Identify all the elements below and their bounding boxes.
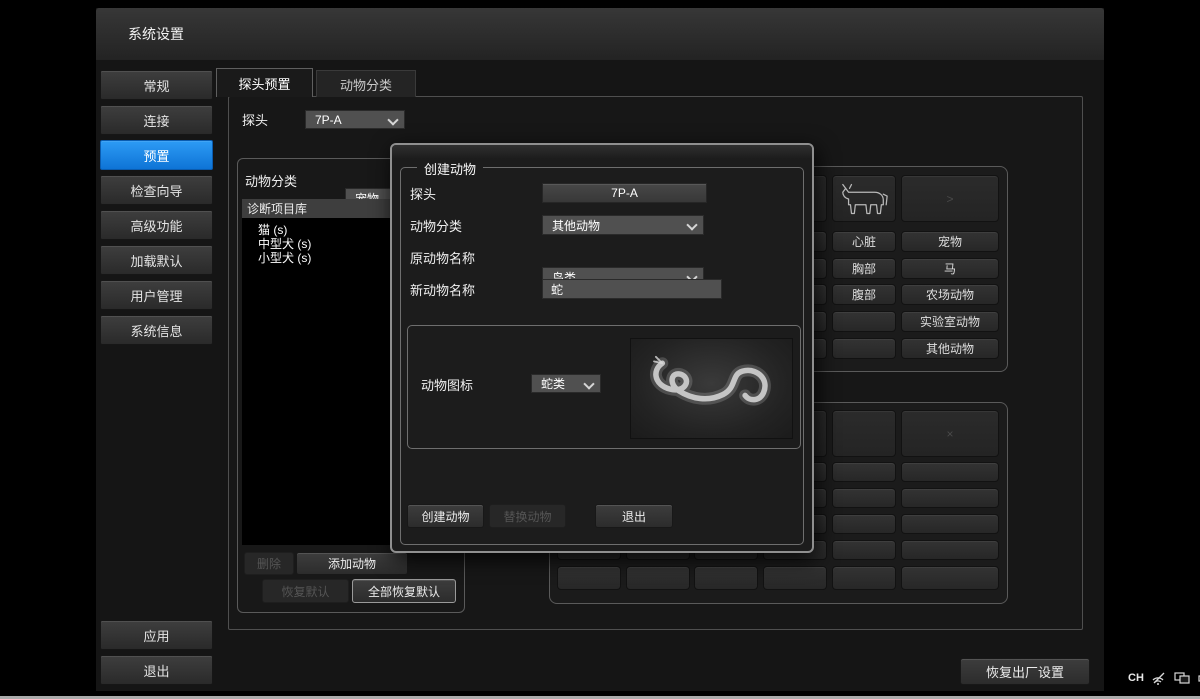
chevron-down-icon — [686, 219, 697, 230]
sidebar-item-exam-wizard[interactable]: 检查向导 — [100, 175, 213, 205]
snake-line-art-icon — [637, 343, 787, 435]
sidebar-item-user-management[interactable]: 用户管理 — [100, 280, 213, 310]
tab-animal-category[interactable]: 动物分类 — [316, 70, 416, 97]
cow-image-button[interactable] — [832, 175, 896, 222]
dialog-replace-button[interactable]: 替换动物 — [489, 504, 566, 528]
preset-button[interactable] — [901, 540, 999, 560]
new-animal-name-input[interactable] — [542, 279, 722, 299]
delete-animal-button[interactable]: 删除 — [244, 552, 294, 575]
sidebar-item-preset[interactable]: 预置 — [100, 140, 213, 170]
status-tray: CH — [1128, 668, 1200, 688]
window-titlebar: 系统设置 — [96, 8, 1104, 60]
preset-button[interactable] — [763, 566, 827, 590]
chevron-down-icon — [387, 114, 398, 125]
probe-select-value: 7P-A — [315, 113, 342, 127]
chevron-down-icon — [583, 378, 594, 389]
category-button-horse[interactable]: 马 — [901, 258, 999, 279]
factory-reset-button[interactable]: 恢复出厂设置 — [960, 658, 1090, 685]
close-glyph: × — [946, 427, 953, 441]
category-button-other[interactable]: 其他动物 — [901, 338, 999, 359]
preset-button[interactable] — [832, 462, 896, 482]
preset-button[interactable] — [557, 566, 621, 590]
sidebar-item-connect[interactable]: 连接 — [100, 105, 213, 135]
preset-button[interactable] — [901, 566, 999, 590]
animal-category-label: 动物分类 — [245, 170, 297, 190]
sidebar-item-advanced[interactable]: 高级功能 — [100, 210, 213, 240]
preset-close-button[interactable]: × — [901, 410, 999, 457]
dialog-probe-value: 7P-A — [542, 183, 707, 203]
animal-icon-label: 动物图标 — [421, 374, 473, 394]
apply-button[interactable]: 应用 — [100, 620, 213, 650]
preset-button[interactable] — [901, 488, 999, 508]
category-button-pet[interactable]: 宠物 — [901, 231, 999, 252]
restore-default-button[interactable]: 恢复默认 — [262, 579, 349, 603]
exam-button[interactable] — [832, 338, 896, 359]
dialog-original-name-label: 原动物名称 — [410, 247, 475, 267]
probe-label: 探头 — [242, 108, 268, 130]
category-button-farm[interactable]: 农场动物 — [901, 284, 999, 305]
exam-button-heart[interactable]: 心脏 — [832, 231, 896, 252]
animal-icon-groupbox: 动物图标 蛇类 — [407, 325, 801, 449]
display-icon — [1174, 671, 1191, 685]
network-icon — [1151, 671, 1167, 685]
dialog-top-strip — [392, 145, 812, 159]
animal-icon-select[interactable]: 蛇类 — [531, 374, 601, 393]
preset-button[interactable] — [694, 566, 758, 590]
sidebar-item-general[interactable]: 常规 — [100, 70, 213, 100]
chevron-right-glyph: > — [946, 192, 953, 206]
preset-button[interactable] — [901, 462, 999, 482]
exit-button[interactable]: 退出 — [100, 655, 213, 685]
language-indicator: CH — [1128, 672, 1144, 684]
preset-button[interactable] — [901, 514, 999, 534]
dialog-new-name-label: 新动物名称 — [410, 279, 475, 299]
preset-button[interactable] — [626, 566, 690, 590]
preset-image-button[interactable] — [832, 410, 896, 457]
more-animals-button[interactable]: > — [901, 175, 999, 222]
cow-line-art-icon — [837, 179, 891, 219]
dialog-category-label: 动物分类 — [410, 215, 462, 235]
dialog-category-select[interactable]: 其他动物 — [542, 215, 704, 235]
probe-select[interactable]: 7P-A — [305, 110, 405, 129]
tab-probe-preset[interactable]: 探头预置 — [216, 68, 313, 97]
exam-button-chest[interactable]: 胸部 — [832, 258, 896, 279]
screen: 系统设置 常规 连接 预置 检查向导 高级功能 加载默认 用户管理 系统信息 应… — [0, 0, 1200, 699]
preset-button[interactable] — [832, 566, 896, 590]
dialog-create-button[interactable]: 创建动物 — [407, 504, 484, 528]
exam-button-abdomen[interactable]: 腹部 — [832, 284, 896, 305]
preset-button[interactable] — [832, 514, 896, 534]
add-animal-button[interactable]: 添加动物 — [296, 552, 408, 575]
dialog-exit-button[interactable]: 退出 — [595, 504, 673, 528]
dialog-probe-label: 探头 — [410, 183, 436, 203]
sidebar-item-system-info[interactable]: 系统信息 — [100, 315, 213, 345]
animal-icon-preview — [630, 338, 793, 439]
restore-all-default-button[interactable]: 全部恢复默认 — [352, 579, 456, 603]
category-button-lab[interactable]: 实验室动物 — [901, 311, 999, 332]
sidebar-item-load-default[interactable]: 加载默认 — [100, 245, 213, 275]
exam-button[interactable] — [832, 311, 896, 332]
preset-button[interactable] — [832, 488, 896, 508]
preset-button[interactable] — [832, 540, 896, 560]
window-title: 系统设置 — [128, 24, 184, 44]
dialog-title: 创建动物 — [417, 159, 483, 178]
create-animal-dialog: 创建动物 探头 7P-A 动物分类 其他动物 原动物名称 鸟类 新动物名称 动物… — [390, 143, 814, 553]
